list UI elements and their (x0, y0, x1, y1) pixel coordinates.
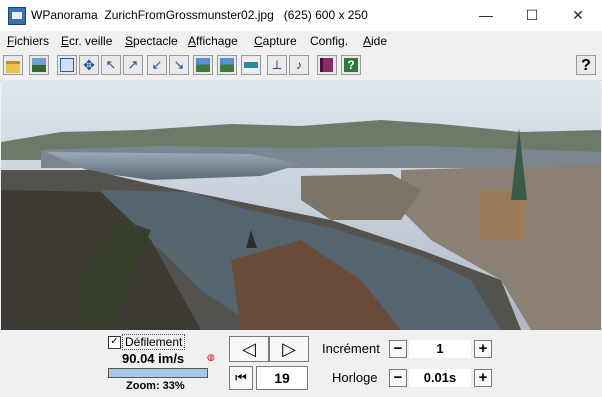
level-button[interactable]: ⟂ (267, 55, 287, 75)
question-image-icon: ? (344, 58, 358, 72)
menu-affichage[interactable]: Affichage (188, 34, 238, 48)
help-button[interactable]: ? (576, 55, 596, 75)
frame-counter: 19 (256, 366, 308, 390)
first-button[interactable]: ⏮ (229, 366, 253, 390)
increment-minus-button[interactable]: − (389, 340, 407, 358)
window-title: WPanorama ZurichFromGrossmunster02.jpg (… (31, 8, 368, 22)
arrow-down-right-button[interactable]: ↘ (169, 55, 189, 75)
menu-aide[interactable]: Aide (363, 34, 387, 48)
panorama-button-1[interactable] (193, 55, 213, 75)
panorama-photo-drawing (1, 80, 601, 330)
increment-field[interactable]: 1 (409, 340, 471, 358)
panorama-icon (220, 58, 234, 72)
open-folder-button[interactable] (3, 55, 23, 75)
menu-fichiers[interactable]: Fichiers (7, 34, 49, 48)
scroll-checkbox[interactable]: ✓ (108, 336, 121, 349)
next-button[interactable]: ▷ (269, 336, 309, 362)
arrow-down-right-icon: ↘ (173, 57, 185, 72)
panorama-icon (196, 58, 210, 72)
fit-button[interactable] (57, 55, 77, 75)
speed-bar[interactable] (108, 368, 208, 378)
prev-button[interactable]: ◁ (229, 336, 269, 362)
toolbar: ✥ ↖ ↗ ↙ ↘ ⟂ ♪ ? ? (0, 51, 602, 81)
arrow-up-right-icon: ↗ (127, 57, 139, 72)
sound-button[interactable]: ♪ (289, 55, 309, 75)
speed-readout: 90.04 im/s (122, 351, 185, 366)
landscape-icon (32, 58, 46, 72)
scroll-label[interactable]: Défilement (122, 334, 186, 350)
control-panel: ✓ Défilement 90.04 im/s ◍ Zoom: 33% ◁ ▷ … (0, 331, 602, 397)
panorama-button-3[interactable] (241, 55, 261, 75)
level-icon: ⟂ (272, 57, 282, 72)
increment-label: Incrément (322, 341, 380, 356)
folder-icon (6, 61, 20, 73)
arrow-down-left-button[interactable]: ↙ (147, 55, 167, 75)
arrow-left-up-button[interactable]: ↖ (101, 55, 121, 75)
clock-minus-button[interactable]: − (389, 369, 407, 387)
arrow-left-icon: ↖ (105, 57, 117, 72)
clock-field[interactable]: 0.01s (409, 369, 471, 387)
menu-ecr-veille[interactable]: Ecr. veille (61, 34, 112, 48)
speaker-icon: ♪ (296, 58, 302, 72)
help-topic-button[interactable]: ? (341, 55, 361, 75)
maximize-button[interactable]: ☐ (509, 0, 555, 31)
fit-icon (60, 58, 74, 72)
book-button[interactable] (317, 55, 337, 75)
menu-config[interactable]: Config. (310, 34, 348, 48)
record-icon[interactable]: ◍ (207, 353, 215, 362)
minimize-button[interactable]: — (463, 0, 509, 31)
close-button[interactable]: ✕ (555, 0, 601, 31)
panorama-button-2[interactable] (217, 55, 237, 75)
zoom-readout: Zoom: 33% (126, 380, 185, 392)
clock-plus-button[interactable]: + (474, 369, 492, 387)
increment-plus-button[interactable]: + (474, 340, 492, 358)
book-icon (320, 58, 333, 72)
title-bar: WPanorama ZurichFromGrossmunster02.jpg (… (0, 0, 602, 32)
menu-spectacle[interactable]: Spectacle (125, 34, 178, 48)
image-button[interactable] (29, 55, 49, 75)
move-button[interactable]: ✥ (79, 55, 99, 75)
app-icon[interactable] (8, 7, 26, 25)
menu-capture[interactable]: Capture (254, 34, 297, 48)
panorama-strip-icon (244, 58, 258, 72)
clock-label: Horloge (332, 370, 378, 385)
menu-bar: Fichiers Ecr. veille Spectacle Affichage… (0, 31, 602, 51)
panorama-image[interactable] (1, 80, 601, 330)
arrow-down-left-icon: ↙ (151, 57, 163, 72)
move-arrows-icon: ✥ (83, 57, 95, 73)
arrow-up-right-button[interactable]: ↗ (123, 55, 143, 75)
